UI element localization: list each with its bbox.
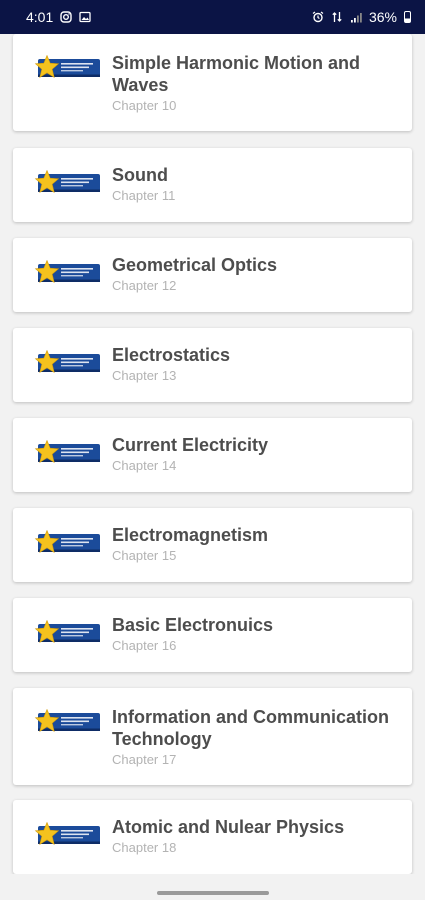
battery-percent: 36% — [368, 9, 397, 25]
star-badge-logo — [33, 620, 101, 646]
status-left: 4:01 — [26, 9, 91, 25]
chapter-title: Electromagnetism — [112, 525, 269, 545]
chapter-subtitle: Chapter 13 — [112, 368, 177, 383]
data-transfer-icon — [331, 11, 343, 23]
battery-icon — [404, 11, 411, 23]
status-bar: 4:01 36% — [0, 0, 425, 34]
chapter-card-5[interactable]: Current Electricity Chapter 14 — [13, 418, 412, 492]
chapter-text: Basic Electronuics Chapter 16 — [112, 614, 398, 655]
chapter-card-4[interactable]: Electrostatics Chapter 13 — [13, 328, 412, 402]
chapter-title: Sound — [112, 165, 168, 185]
star-badge-logo — [33, 440, 101, 466]
star-badge-logo — [33, 170, 101, 196]
chapter-title: Geometrical Optics — [112, 255, 278, 275]
star-badge-logo — [33, 822, 101, 848]
chapter-card-8[interactable]: Information and Communication Technology… — [13, 688, 412, 785]
status-time: 4:01 — [26, 9, 54, 25]
star-badge-logo — [33, 530, 101, 556]
chapter-text: Sound Chapter 11 — [112, 164, 398, 205]
alarm-icon — [312, 11, 324, 23]
chapter-card-7[interactable]: Basic Electronuics Chapter 16 — [13, 598, 412, 672]
chapter-subtitle: Chapter 14 — [112, 458, 177, 473]
chapter-card-2[interactable]: Sound Chapter 11 — [13, 148, 412, 222]
instagram-icon — [60, 11, 72, 23]
chapter-card-1[interactable]: Simple Harmonic Motion and Waves Chapter… — [13, 34, 412, 131]
chapter-title: Basic Electronuics — [112, 615, 274, 635]
chapter-subtitle: Chapter 18 — [112, 840, 177, 855]
chapter-text: Atomic and Nulear Physics Chapter 18 — [112, 816, 398, 857]
chapter-subtitle: Chapter 11 — [112, 188, 176, 203]
chapter-text: Electromagnetism Chapter 15 — [112, 524, 398, 565]
chapter-title: Information and Communication Technology — [112, 707, 389, 749]
chapter-title: Atomic and Nulear Physics — [112, 817, 345, 837]
chapter-title: Simple Harmonic Motion and Waves — [112, 53, 361, 95]
chapter-text: Information and Communication Technology… — [112, 706, 398, 769]
chapter-text: Geometrical Optics Chapter 12 — [112, 254, 398, 295]
star-badge-logo — [33, 55, 101, 81]
status-right: 36% — [312, 9, 411, 25]
chapter-title: Current Electricity — [112, 435, 269, 455]
chapter-subtitle: Chapter 17 — [112, 752, 177, 767]
navigation-bar — [0, 874, 425, 900]
star-badge-logo — [33, 350, 101, 376]
chapter-subtitle: Chapter 12 — [112, 278, 177, 293]
star-badge-logo — [33, 709, 101, 735]
chapter-list: Simple Harmonic Motion and Waves Chapter… — [0, 34, 425, 874]
chapter-card-9[interactable]: Atomic and Nulear Physics Chapter 18 — [13, 800, 412, 874]
chapter-card-6[interactable]: Electromagnetism Chapter 15 — [13, 508, 412, 582]
chapter-text: Electrostatics Chapter 13 — [112, 344, 398, 385]
chapter-text: Current Electricity Chapter 14 — [112, 434, 398, 475]
signal-icon — [350, 11, 362, 23]
home-gesture-handle[interactable] — [157, 891, 269, 895]
chapter-title: Electrostatics — [112, 345, 231, 365]
chapter-card-3[interactable]: Geometrical Optics Chapter 12 — [13, 238, 412, 312]
chapter-subtitle: Chapter 16 — [112, 638, 177, 653]
star-badge-logo — [33, 260, 101, 286]
chapter-text: Simple Harmonic Motion and Waves Chapter… — [112, 52, 398, 115]
gallery-icon — [79, 11, 91, 23]
chapter-subtitle: Chapter 10 — [112, 98, 177, 113]
chapter-subtitle: Chapter 15 — [112, 548, 177, 563]
